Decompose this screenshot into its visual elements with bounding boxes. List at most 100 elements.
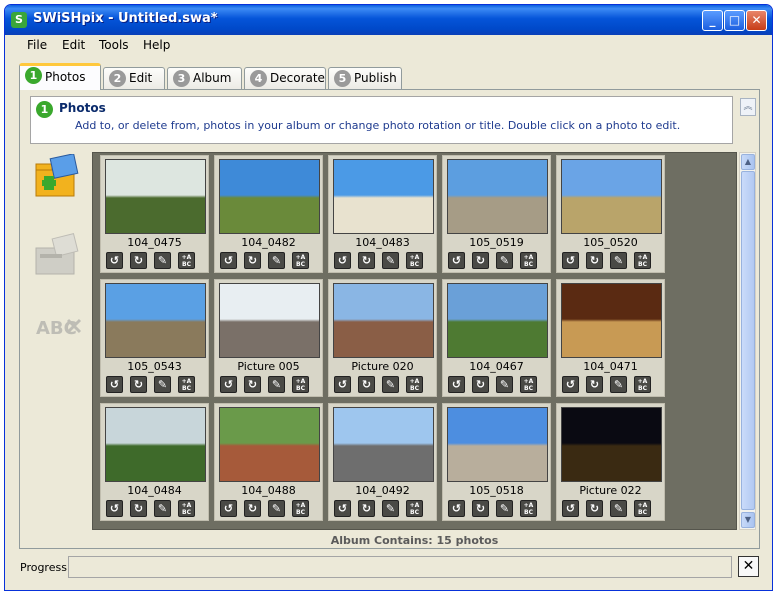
photo-card[interactable]: 105_0518 ↺ ↻ ✎ +A BC (442, 403, 551, 521)
scroll-thumb[interactable] (741, 171, 755, 510)
rotate-left-icon[interactable]: ↺ (448, 500, 465, 517)
photo-thumbnail[interactable] (219, 283, 320, 358)
rotate-left-icon[interactable]: ↺ (562, 500, 579, 517)
edit-icon[interactable]: ✎ (268, 500, 285, 517)
photo-card[interactable]: Picture 022 ↺ ↻ ✎ +A BC (556, 403, 665, 521)
edit-text-icon[interactable]: +A BC (178, 500, 195, 517)
rotate-left-icon[interactable]: ↺ (448, 252, 465, 269)
photo-card[interactable]: 104_0483 ↺ ↻ ✎ +A BC (328, 155, 437, 273)
rotate-right-icon[interactable]: ↻ (244, 376, 261, 393)
edit-text-icon[interactable]: +A BC (178, 252, 195, 269)
rotate-left-icon[interactable]: ↺ (562, 252, 579, 269)
photo-thumbnail[interactable] (219, 159, 320, 234)
edit-text-icon[interactable]: +A BC (634, 252, 651, 269)
rotate-right-icon[interactable]: ↻ (244, 500, 261, 517)
edit-icon[interactable]: ✎ (154, 252, 171, 269)
scroll-up-icon[interactable]: ▲ (741, 154, 755, 170)
photo-card[interactable]: 104_0471 ↺ ↻ ✎ +A BC (556, 279, 665, 397)
tab-photos[interactable]: 1 Photos (19, 63, 101, 90)
rotate-left-icon[interactable]: ↺ (220, 500, 237, 517)
edit-icon[interactable]: ✎ (496, 500, 513, 517)
stop-button[interactable]: ✕ (738, 556, 759, 577)
photo-thumbnail[interactable] (447, 283, 548, 358)
title-bar[interactable]: S SWiSHpix - Untitled.swa* _ □ ✕ (5, 5, 772, 35)
photo-thumbnail[interactable] (105, 283, 206, 358)
photo-card[interactable]: 105_0519 ↺ ↻ ✎ +A BC (442, 155, 551, 273)
edit-text-icon[interactable]: +A BC (406, 500, 423, 517)
photo-card[interactable]: 104_0482 ↺ ↻ ✎ +A BC (214, 155, 323, 273)
edit-text-icon[interactable]: +A BC (520, 376, 537, 393)
rotate-right-icon[interactable]: ↻ (586, 252, 603, 269)
edit-icon[interactable]: ✎ (382, 252, 399, 269)
photo-grid-scrollbar[interactable]: ▲ ▼ (739, 152, 756, 530)
add-from-scanner-icon[interactable] (34, 232, 84, 277)
edit-icon[interactable]: ✎ (610, 376, 627, 393)
rotate-right-icon[interactable]: ↻ (358, 500, 375, 517)
rotate-right-icon[interactable]: ↻ (472, 376, 489, 393)
rotate-left-icon[interactable]: ↺ (334, 500, 351, 517)
photo-card[interactable]: Picture 020 ↺ ↻ ✎ +A BC (328, 279, 437, 397)
rotate-left-icon[interactable]: ↺ (448, 376, 465, 393)
rotate-right-icon[interactable]: ↻ (472, 252, 489, 269)
edit-text-icon[interactable]: +A BC (292, 376, 309, 393)
scroll-down-icon[interactable]: ▼ (741, 512, 755, 528)
rotate-right-icon[interactable]: ↻ (358, 376, 375, 393)
edit-text-icon[interactable]: +A BC (634, 500, 651, 517)
photo-card[interactable]: 105_0543 ↺ ↻ ✎ +A BC (100, 279, 209, 397)
rotate-right-icon[interactable]: ↻ (244, 252, 261, 269)
edit-text-icon[interactable]: +A BC (292, 500, 309, 517)
rotate-right-icon[interactable]: ↻ (130, 376, 147, 393)
photo-thumbnail[interactable] (219, 407, 320, 482)
rotate-right-icon[interactable]: ↻ (130, 252, 147, 269)
edit-icon[interactable]: ✎ (154, 376, 171, 393)
rotate-left-icon[interactable]: ↺ (106, 500, 123, 517)
rotate-left-icon[interactable]: ↺ (334, 252, 351, 269)
menu-edit[interactable]: Edit (62, 38, 85, 52)
edit-text-icon[interactable]: +A BC (520, 500, 537, 517)
photo-thumbnail[interactable] (333, 159, 434, 234)
menu-tools[interactable]: Tools (99, 38, 129, 52)
photo-thumbnail[interactable] (447, 159, 548, 234)
photo-card[interactable]: 104_0467 ↺ ↻ ✎ +A BC (442, 279, 551, 397)
photo-thumbnail[interactable] (333, 407, 434, 482)
maximize-button[interactable]: □ (724, 10, 745, 31)
close-button[interactable]: ✕ (746, 10, 767, 31)
edit-icon[interactable]: ✎ (496, 252, 513, 269)
photo-card[interactable]: 105_0520 ↺ ↻ ✎ +A BC (556, 155, 665, 273)
rotate-right-icon[interactable]: ↻ (358, 252, 375, 269)
photo-card[interactable]: Picture 005 ↺ ↻ ✎ +A BC (214, 279, 323, 397)
tab-publish[interactable]: 5 Publish (328, 67, 402, 89)
edit-icon[interactable]: ✎ (268, 252, 285, 269)
rotate-left-icon[interactable]: ↺ (106, 252, 123, 269)
rotate-left-icon[interactable]: ↺ (334, 376, 351, 393)
photo-thumbnail[interactable] (105, 407, 206, 482)
edit-text-icon[interactable]: +A BC (406, 252, 423, 269)
edit-text-icon[interactable]: +A BC (178, 376, 195, 393)
edit-icon[interactable]: ✎ (382, 500, 399, 517)
edit-text-icon[interactable]: +A BC (292, 252, 309, 269)
tab-album[interactable]: 3 Album (167, 67, 242, 89)
rotate-right-icon[interactable]: ↻ (586, 376, 603, 393)
edit-title-icon[interactable]: ABC (34, 306, 84, 351)
rotate-left-icon[interactable]: ↺ (220, 376, 237, 393)
photo-thumbnail[interactable] (105, 159, 206, 234)
rotate-right-icon[interactable]: ↻ (586, 500, 603, 517)
edit-icon[interactable]: ✎ (610, 252, 627, 269)
rotate-left-icon[interactable]: ↺ (562, 376, 579, 393)
photo-card[interactable]: 104_0484 ↺ ↻ ✎ +A BC (100, 403, 209, 521)
tab-edit[interactable]: 2 Edit (103, 67, 165, 89)
photo-thumbnail[interactable] (447, 407, 548, 482)
edit-text-icon[interactable]: +A BC (634, 376, 651, 393)
photo-card[interactable]: 104_0492 ↺ ↻ ✎ +A BC (328, 403, 437, 521)
photo-thumbnail[interactable] (333, 283, 434, 358)
collapse-header-icon[interactable]: ︽ (740, 98, 756, 116)
photo-thumbnail[interactable] (561, 159, 662, 234)
rotate-left-icon[interactable]: ↺ (106, 376, 123, 393)
menu-file[interactable]: File (27, 38, 47, 52)
edit-text-icon[interactable]: +A BC (520, 252, 537, 269)
menu-help[interactable]: Help (143, 38, 170, 52)
rotate-left-icon[interactable]: ↺ (220, 252, 237, 269)
photo-thumbnail[interactable] (561, 283, 662, 358)
edit-icon[interactable]: ✎ (268, 376, 285, 393)
photo-thumbnail[interactable] (561, 407, 662, 482)
